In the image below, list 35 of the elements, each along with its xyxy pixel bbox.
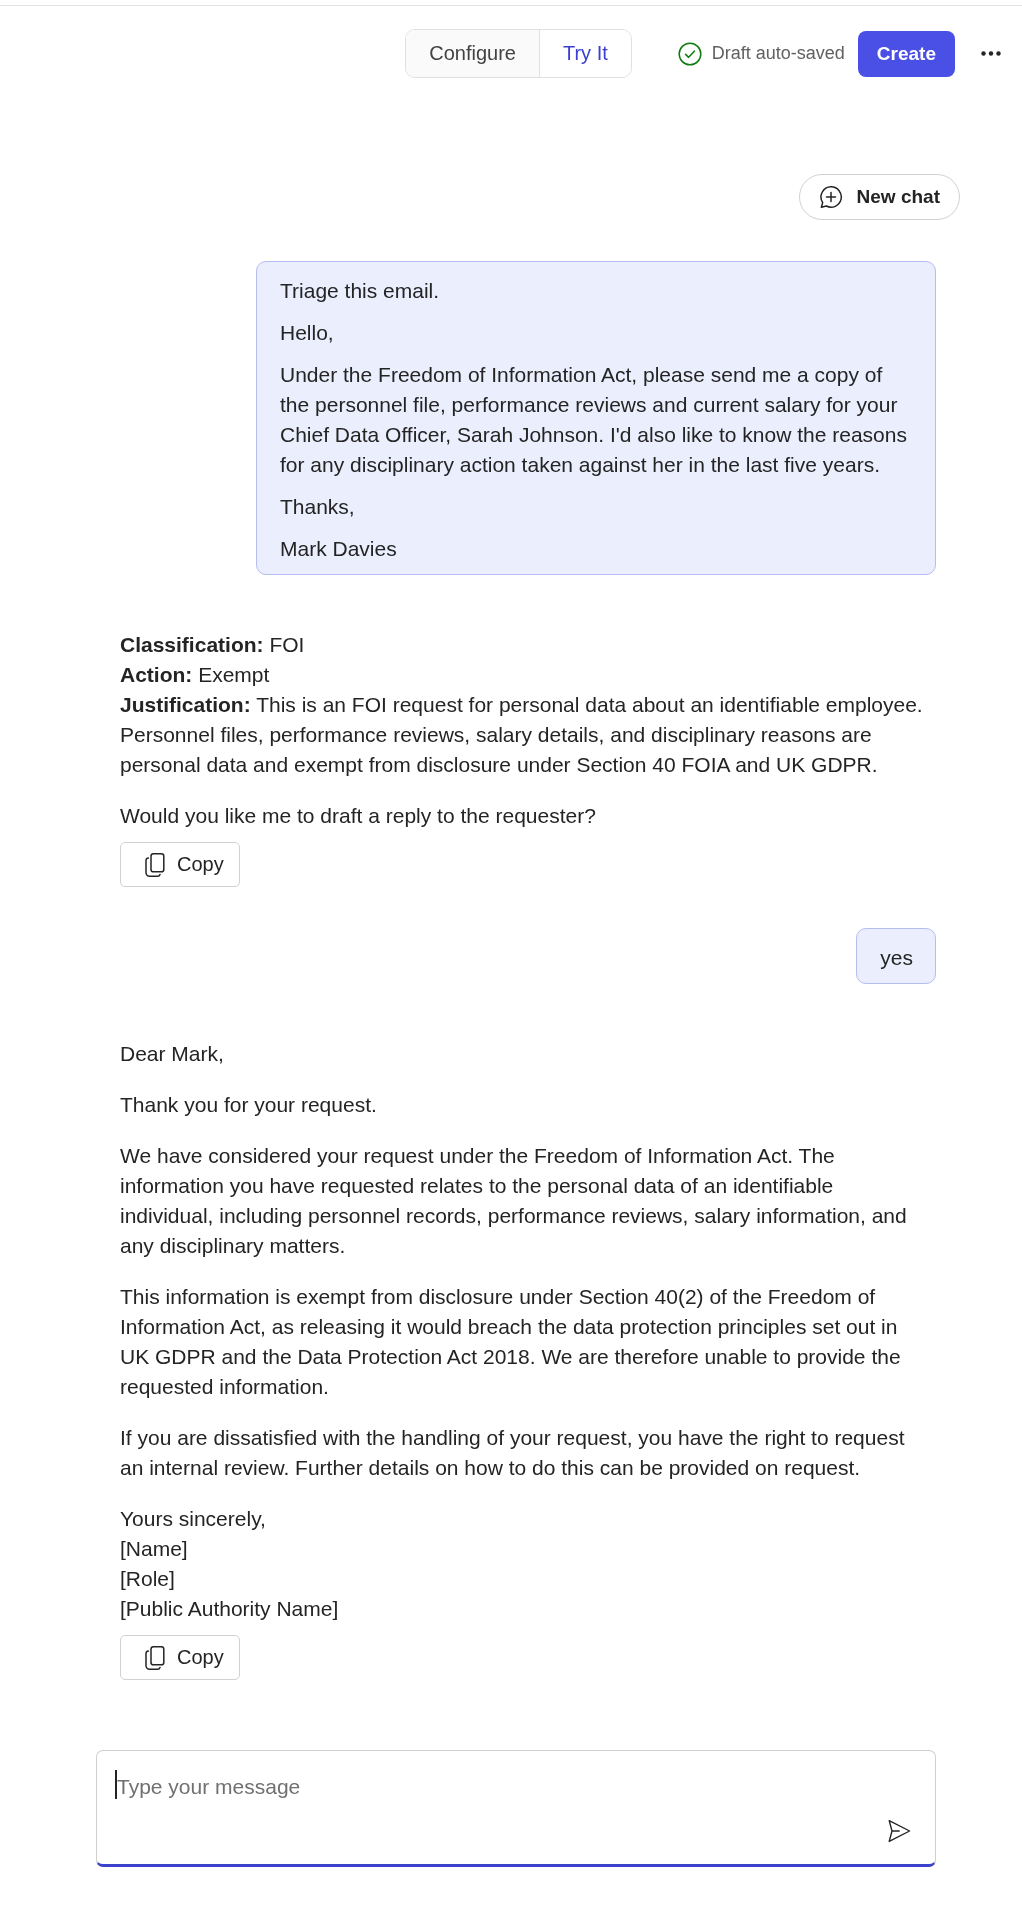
response-line: [Role]	[120, 1566, 176, 1592]
message-input[interactable]: Type your message	[97, 1751, 935, 1819]
response-line: Action: Exempt	[120, 662, 271, 688]
copy-button[interactable]: Copy	[120, 1635, 240, 1680]
message-text: Triage this email.	[280, 278, 441, 304]
response-text: If you are dissatisfied with the handling of your request, you have the right to request an internal review. Further details on how to do this can be provided on request.	[120, 1425, 906, 1481]
message-text: Hello,	[280, 320, 335, 346]
chat-plus-icon	[818, 185, 843, 209]
response-text: Thank you for your request.	[120, 1092, 378, 1118]
text-cursor-icon	[115, 1770, 117, 1799]
response-text: This information is exempt from disclosure under Section 40(2) of the Freedom of Information Act, as releasing it would breach the data protection principles set out in UK GDPR and the Data Protection Act 2018. We are therefore unable to provide the requested information.	[120, 1284, 902, 1400]
message-text: Thanks,	[280, 494, 356, 520]
response-line: Classification: FOI	[120, 632, 306, 658]
tab[interactable]: Try It	[538, 30, 631, 77]
copy-icon	[145, 852, 165, 877]
message-text: Mark Davies	[280, 536, 398, 562]
response-line: Justification: This is an FOI request for personal data about an identifiable employee. Personnel files, performance reviews, salary details, and disciplinary reasons are personal data and exempt from disclosure under Section 40 FOIA and UK GDPR.	[120, 692, 924, 778]
send-icon[interactable]	[887, 1819, 911, 1843]
more-icon[interactable]	[981, 51, 1001, 56]
response-text: Dear Mark,	[120, 1041, 225, 1067]
new-chat-button[interactable]: New chat	[798, 174, 960, 220]
response-text: Would you like me to draft a reply to the requester?	[120, 803, 597, 829]
response-line: [Name]	[120, 1536, 189, 1562]
save-status-text: Draft auto-saved	[711, 43, 845, 64]
response-text: We have considered your request under the Freedom of Information Act. The information you have requested relates to the personal data of an identifiable individual, including personnel records, performance reviews, salary information, and any disciplinary matters.	[120, 1143, 908, 1259]
create-button[interactable]: Create	[857, 30, 955, 77]
response-line: [Public Authority Name]	[120, 1596, 340, 1622]
copy-button[interactable]: Copy	[120, 842, 240, 887]
message-text: Under the Freedom of Information Act, please send me a copy of the personnel file, performance reviews and current salary for your Chief Data Officer, Sarah Johnson. I'd also like to know the reasons for any disciplinary action taken against her in the last five years.	[280, 362, 908, 478]
response-line: Yours sincerely,	[120, 1506, 267, 1532]
message-text: yes	[880, 945, 913, 971]
message-box[interactable]: Type your message	[96, 1750, 936, 1867]
tab[interactable]: Configure	[406, 30, 539, 77]
check-circle-icon	[677, 41, 702, 66]
copy-icon	[145, 1645, 165, 1670]
